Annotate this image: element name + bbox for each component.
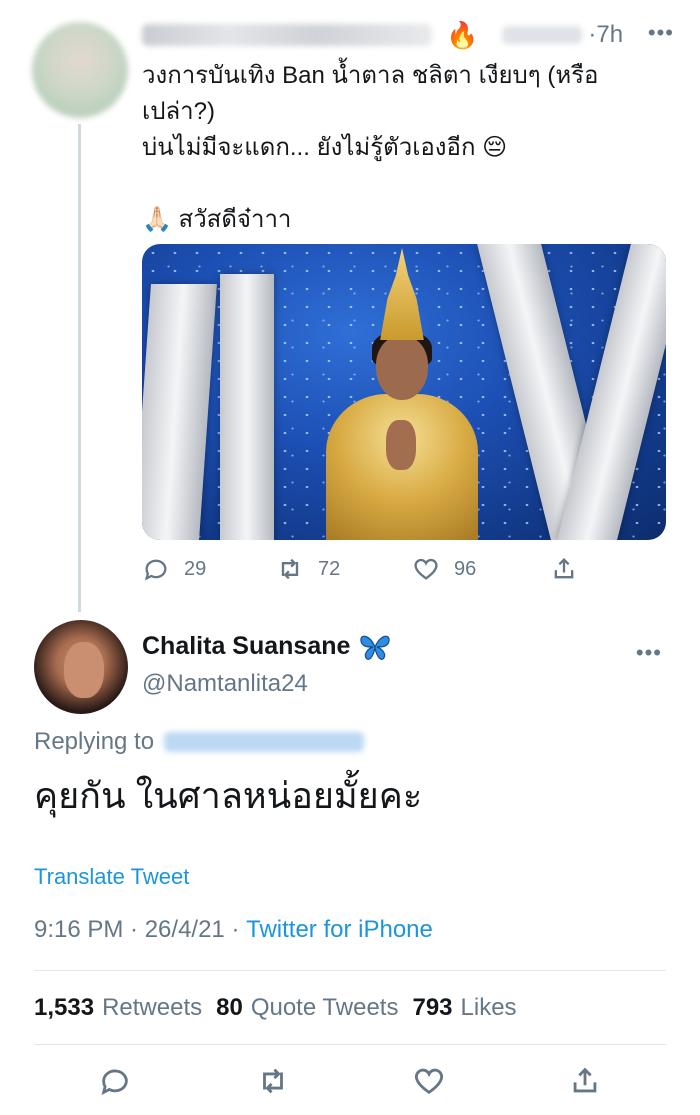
parent-tweet-text: วงการบันเทิง Ban น้ำตาล ชลิตา เงียบๆ (หร…	[142, 58, 682, 238]
parent-retweet-button[interactable]: 72	[276, 555, 340, 583]
main-reply-button[interactable]	[98, 1064, 132, 1098]
share-icon	[554, 558, 574, 579]
parent-tweet-time[interactable]: 7h	[596, 21, 623, 49]
likes-label: Likes	[460, 994, 517, 1021]
tweet-detail-screen: 🔥 · 7h ••• วงการบันเทิง Ban น้ำตาล ชลิตา…	[0, 0, 700, 1115]
retweets-count: 1,533	[34, 994, 95, 1021]
parent-reply-count: 29	[184, 557, 207, 580]
image-figure	[312, 244, 492, 540]
likes-count: 793	[412, 994, 453, 1021]
tweet-meta-row: 9:16 PM · 26/4/21 · Twitter for iPhone	[34, 916, 433, 944]
reply-icon	[144, 559, 167, 581]
tweet-source-link[interactable]: Twitter for iPhone	[246, 916, 433, 944]
tweet-timestamp: 9:16 PM · 26/4/21 ·	[34, 916, 247, 943]
quote-tweets-label: Quote Tweets	[250, 994, 399, 1021]
divider	[34, 1044, 666, 1045]
parent-author-avatar[interactable]	[32, 22, 128, 118]
retweet-icon	[263, 1068, 283, 1094]
retweets-label: Retweets	[102, 994, 203, 1021]
parent-retweet-count: 72	[318, 557, 341, 580]
tweet-stats-row: 1,533 Retweets 80 Quote Tweets 793 Likes	[34, 994, 531, 1022]
parent-like-button[interactable]: 96	[412, 555, 476, 583]
parent-share-button[interactable]	[550, 555, 578, 583]
retweets-stat[interactable]: 1,533 Retweets	[34, 994, 202, 1022]
main-author-avatar[interactable]	[34, 620, 128, 714]
time-separator: ·	[588, 21, 597, 48]
reply-icon	[101, 1069, 128, 1095]
main-tweet-actions	[0, 1064, 700, 1102]
parent-tweet-actions: 29 72 96	[142, 553, 682, 585]
main-share-button[interactable]	[568, 1064, 602, 1098]
main-like-button[interactable]	[412, 1064, 446, 1098]
main-author-name-row[interactable]: Chalita Suansane	[142, 632, 392, 661]
parent-text-line	[142, 166, 682, 202]
quote-tweets-stat[interactable]: 80 Quote Tweets	[216, 994, 398, 1022]
thread-connector-line	[78, 124, 81, 612]
quote-tweets-count: 80	[216, 994, 243, 1021]
translate-tweet-link[interactable]: Translate Tweet	[34, 864, 189, 890]
parent-like-count: 96	[454, 557, 477, 580]
replying-to-label: Replying to	[34, 728, 155, 755]
main-more-options-icon[interactable]: •••	[636, 640, 662, 666]
main-tweet-text: คุยกัน ในศาลหน่อยมั้ยคะ	[34, 775, 423, 816]
figure-face	[376, 336, 428, 400]
parent-text-line: วงการบันเทิง Ban น้ำตาล ชลิตา เงียบๆ (หร…	[142, 62, 599, 89]
parent-text-line: เปล่า?)	[142, 98, 215, 125]
retweet-icon	[281, 558, 299, 580]
replying-to-row: Replying to	[34, 728, 365, 756]
parent-tweet-header: 🔥 · 7h •••	[142, 18, 684, 52]
main-retweet-button[interactable]	[256, 1064, 290, 1098]
butterfly-emoji-icon	[360, 635, 391, 660]
parent-text-line: 🙏🏻 สวัสดีจ๋าาา	[142, 206, 292, 233]
main-author-handle[interactable]: @Namtanlita24	[142, 670, 308, 698]
parent-author-name-redacted[interactable]	[142, 24, 432, 46]
parent-reply-button[interactable]: 29	[142, 555, 206, 583]
image-stage-letter	[220, 274, 274, 540]
heart-icon	[414, 1068, 444, 1095]
avatar-face	[64, 642, 104, 698]
likes-stat[interactable]: 793 Likes	[412, 994, 516, 1022]
share-icon	[573, 1067, 597, 1093]
heart-icon	[414, 558, 438, 580]
fire-emoji-icon: 🔥	[446, 20, 479, 50]
figure-hands	[386, 420, 416, 470]
main-author-name[interactable]: Chalita Suansane	[142, 632, 350, 661]
parent-tweet-image[interactable]	[142, 244, 666, 540]
figure-crown	[380, 248, 424, 340]
parent-text-line: บ่นไม่มีจะแดก... ยังไม่รู้ตัวเองอีก 😔	[142, 134, 508, 161]
parent-author-handle-redacted[interactable]	[502, 26, 583, 44]
replying-to-handle-redacted[interactable]	[164, 732, 365, 752]
parent-more-options-icon[interactable]: •••	[648, 20, 674, 46]
divider	[34, 970, 666, 971]
